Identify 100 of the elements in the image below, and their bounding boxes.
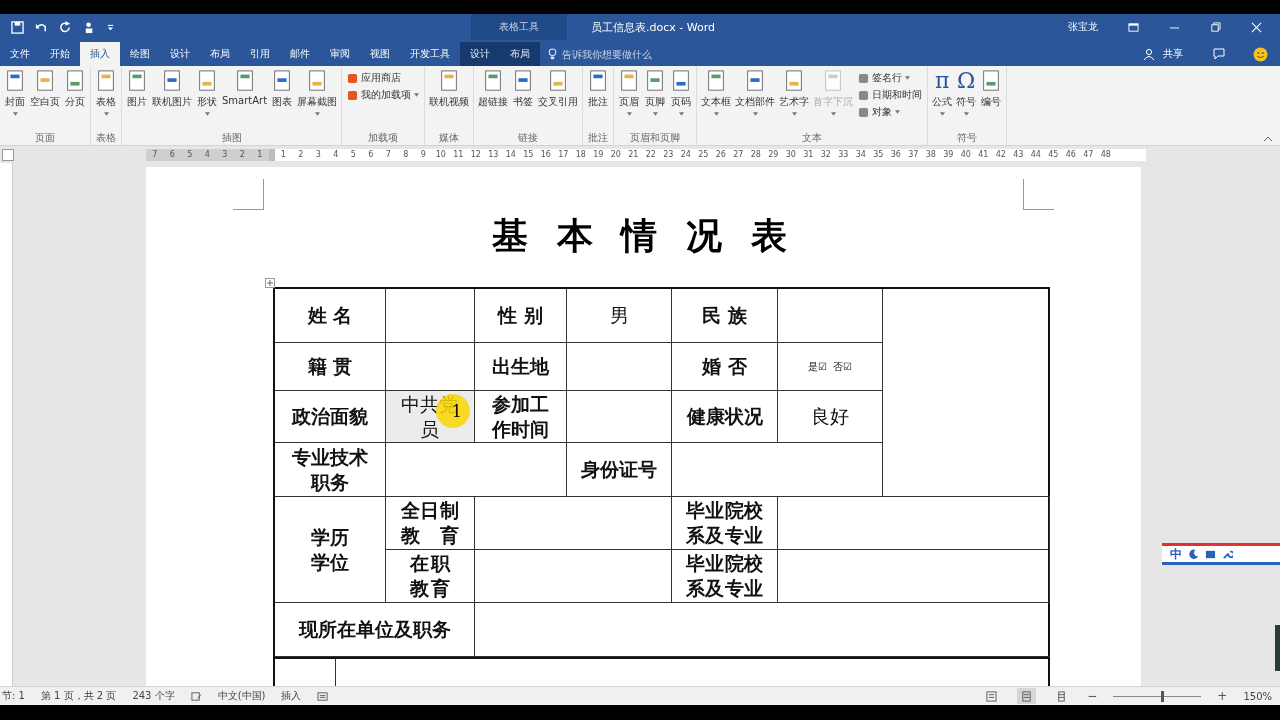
wrench-icon[interactable] [1222,548,1233,560]
ribbon-button[interactable]: 日期和时间 [858,88,923,102]
ribbon-button[interactable]: 文档部件 [733,69,778,116]
empty-cell[interactable] [778,550,1050,603]
ribbon-button[interactable]: 页脚 [642,69,669,116]
ribbon-tab[interactable]: 绘图 [120,42,160,66]
caret-icon [314,112,320,116]
ribbon-tab[interactable]: 开发工具 [400,42,460,66]
ruler-number: 21 [627,148,640,161]
ribbon-button[interactable]: 页码 [668,69,695,116]
empty-cell[interactable] [567,391,672,443]
document-icon [161,69,183,93]
ribbon-tab[interactable]: 设计 [460,42,500,66]
redo-icon[interactable] [59,20,72,34]
ribbon-button[interactable]: 屏幕截图 [295,69,340,116]
ruler-number: 2 [297,148,305,161]
ruler-number: 34 [854,148,867,161]
ribbon-button[interactable]: 文本框 [699,69,734,116]
word-count[interactable]: 243 个字 [132,689,175,703]
ribbon-button[interactable]: 艺术字 [777,69,812,116]
document-icon [4,69,26,93]
language-indicator[interactable]: 中文(中国) [217,689,266,703]
ruler-number: 9 [419,148,427,161]
ribbon-button[interactable]: 联机图片 [150,69,194,109]
ruler-number: 33 [837,148,850,161]
ruler-number: 42 [994,148,1007,161]
ribbon-tab[interactable]: 开始 [40,42,80,66]
share-button[interactable]: 共享 [1163,47,1183,61]
zoom-level[interactable]: 150% [1243,690,1272,702]
zoom-in-button[interactable]: + [1217,689,1228,703]
ribbon-button[interactable]: 形状 [194,69,220,116]
ribbon-button[interactable]: 编号 [978,69,1005,109]
save-icon[interactable] [11,20,24,34]
caret-icon [752,112,758,116]
ruler-number: 26 [714,148,727,161]
macro-icon[interactable] [317,690,329,702]
ribbon-button[interactable]: Ω 符号 [954,69,979,116]
proofing-icon[interactable] [190,690,202,702]
ribbon-button[interactable]: 封面 [2,69,28,116]
empty-cell[interactable] [778,497,1050,550]
tab-selector[interactable] [2,148,14,161]
empty-cell[interactable] [567,343,672,391]
ribbon-tab[interactable]: 布局 [500,42,540,66]
empty-cell[interactable] [386,443,567,497]
ribbon-button[interactable]: 页眉 [616,69,643,116]
ribbon-tab[interactable]: 邮件 [280,42,320,66]
ribbon-button[interactable]: SmartArt [220,69,270,106]
ribbon-button[interactable]: 表格 [93,69,119,116]
table-move-handle-icon[interactable] [265,278,275,288]
ribbon-tab[interactable]: 文件 [0,42,40,66]
empty-cell[interactable] [386,289,475,343]
insert-mode-indicator[interactable]: 插入 [281,689,302,703]
ribbon-tab[interactable]: 插入 [80,42,120,66]
ribbon-tab[interactable]: 视图 [360,42,400,66]
ribbon-button[interactable]: 联机视频 [427,69,472,109]
collapse-icon[interactable] [1264,136,1272,141]
page-indicator[interactable]: 第 1 页，共 2 页 [40,689,117,703]
ribbon-button[interactable]: 交叉引用 [536,69,581,109]
comment-icon[interactable] [1213,48,1225,60]
keyboard-icon[interactable] [1205,548,1216,560]
moon-icon[interactable] [1188,548,1199,560]
ribbon-button[interactable]: π 公式 [930,69,955,116]
document-heading: 基 本 情 况 表 [491,213,796,258]
smiley-icon[interactable] [1253,46,1268,62]
ribbon-button[interactable]: 批注 [585,69,612,109]
ribbon-tab[interactable]: 布局 [200,42,240,66]
section-indicator[interactable]: 节: 1 [2,689,25,703]
ribbon-button[interactable]: 图片 [124,69,150,109]
ruler-number: 30 [784,148,797,161]
ribbon-button[interactable]: 书签 [510,69,537,109]
ribbon-tab[interactable]: 引用 [240,42,280,66]
ime-mode-label[interactable]: 中 [1170,545,1182,563]
empty-cell[interactable] [672,443,883,497]
slider-thumb[interactable] [1160,690,1164,702]
ribbon-button[interactable]: 图表 [269,69,296,109]
ribbon-display-icon[interactable] [1128,21,1139,33]
ribbon-button[interactable]: 空白页 [28,69,62,109]
table-cell: 身份证号 [567,443,672,497]
zoom-out-button[interactable]: − [1087,689,1098,703]
ruler-number: 47 [1082,148,1095,161]
caret-icon [12,112,18,116]
empty-cell[interactable] [475,550,672,603]
ribbon-tab[interactable]: 设计 [160,42,200,66]
ruler-number: 3 [314,148,322,161]
tell-me-field[interactable]: 告诉我你想要做什么 [560,47,694,61]
ruler-number: 41 [977,148,990,161]
close-icon[interactable] [1251,21,1262,33]
ribbon-button[interactable]: 应用商店 [347,71,420,85]
ribbon-button[interactable]: 超链接 [476,69,511,109]
ribbon-button[interactable]: 我的加载项 [347,88,420,102]
ribbon-tab[interactable]: 审阅 [320,42,360,66]
view-button[interactable] [1017,688,1037,704]
ribbon-button[interactable]: 分页 [62,69,88,109]
ruler-number: 19 [592,148,605,161]
ribbon-button[interactable]: 签名行 [858,71,923,85]
ribbon-button[interactable]: 对象 [858,105,923,119]
restore-icon[interactable] [1210,21,1221,33]
customize-icon[interactable] [107,23,114,31]
empty-cell[interactable] [778,289,883,343]
empty-cell[interactable] [475,497,672,550]
